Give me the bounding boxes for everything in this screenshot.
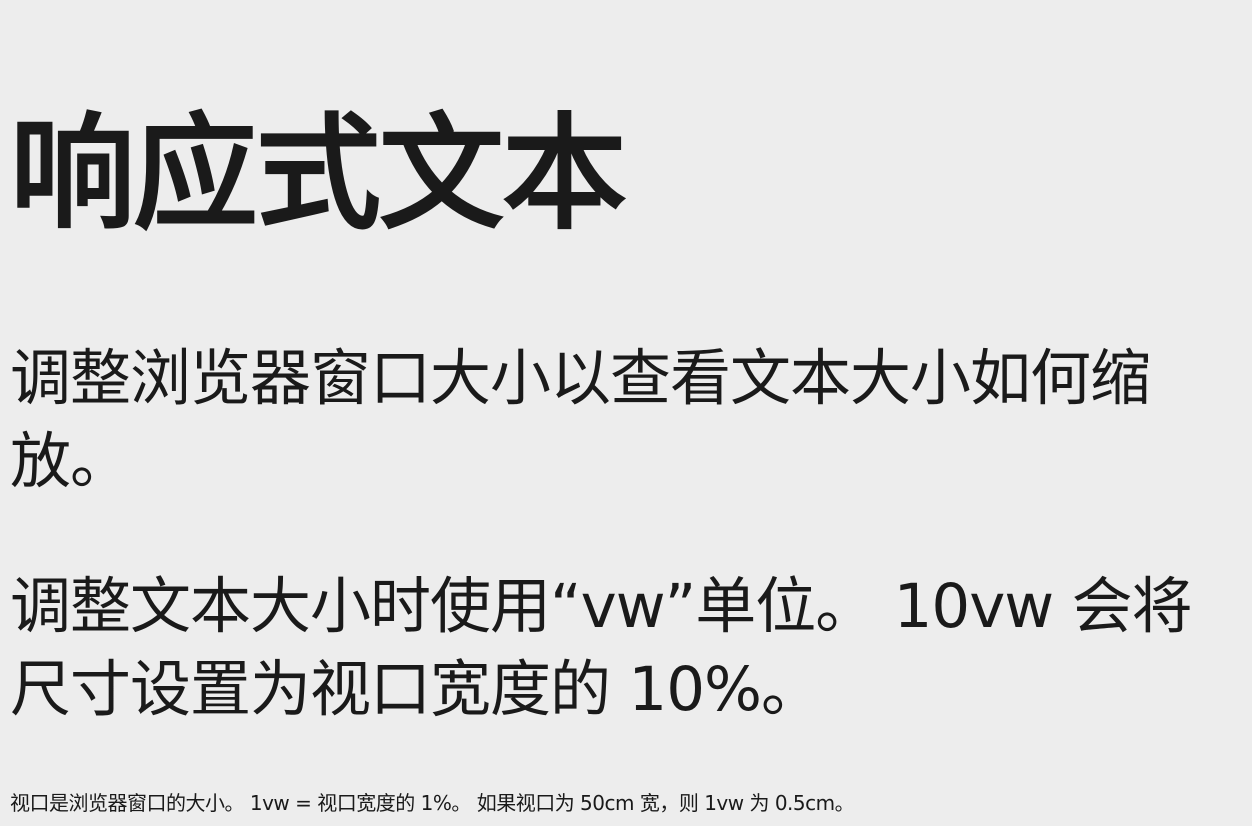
page-title: 响应式文本 [10,102,627,247]
viewport-footnote: 视口是浏览器窗口的大小。 1vw = 视口宽度的 1%。 如果视口为 50cm … [10,791,855,815]
page: 响应式文本 调整浏览器窗口大小以查看文本大小如何缩放。 调整文本大小时使用“vw… [0,0,1252,826]
intro-paragraph: 调整浏览器窗口大小以查看文本大小如何缩放。 [10,343,1151,497]
vw-explanation-paragraph: 调整文本大小时使用“vw”单位。 10vw 会将尺寸设置为视口宽度的 10%。 [10,571,1193,725]
